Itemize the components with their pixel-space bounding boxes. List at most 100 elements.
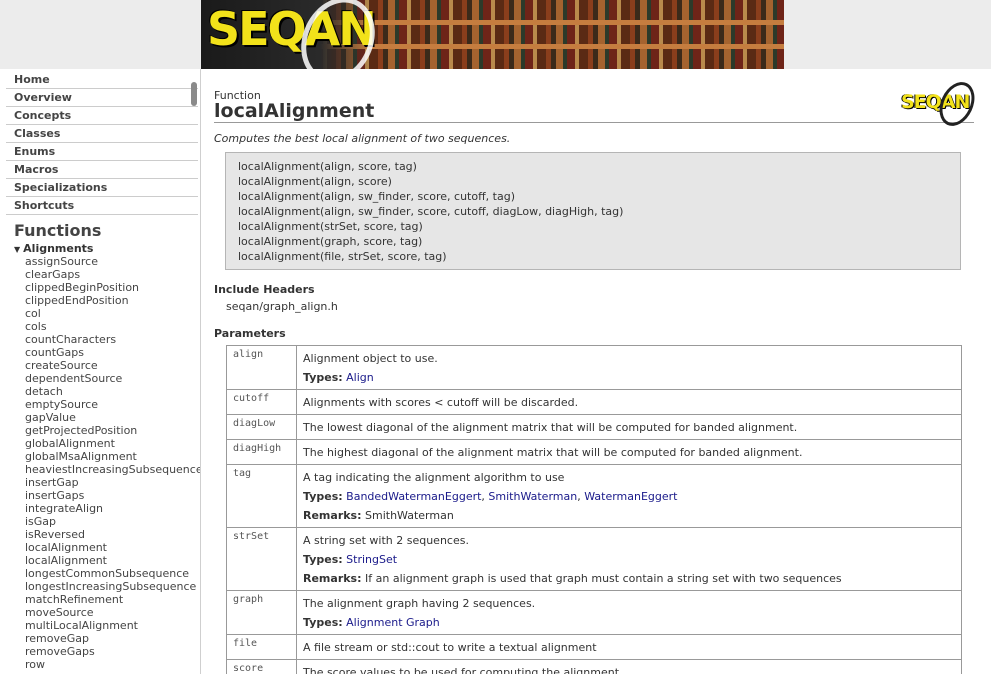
parameter-description: A string set with 2 sequences. (303, 534, 469, 547)
function-link[interactable]: row (25, 658, 200, 671)
function-link[interactable]: globalMsaAlignment (25, 450, 200, 463)
function-link[interactable]: detach (25, 385, 200, 398)
seqan-logo[interactable]: SEQAN (207, 0, 389, 69)
include-headers-heading: Include Headers (214, 283, 315, 296)
remarks-text: SmithWaterman (365, 509, 454, 522)
function-link[interactable]: gapValue (25, 411, 200, 424)
function-link[interactable]: countGaps (25, 346, 200, 359)
function-link[interactable]: insertGaps (25, 489, 200, 502)
banner-image: SEQAN (201, 0, 784, 69)
function-link[interactable]: multiLocalAlignment (25, 619, 200, 632)
sidebar-nav-item[interactable]: Overview (6, 89, 198, 107)
parameter-description: Alignment object to use. (303, 352, 438, 365)
function-link[interactable]: assignSource (25, 255, 200, 268)
type-link[interactable]: SmithWaterman (488, 490, 577, 503)
parameter-row: cutoff Alignments with scores < cutoff wi… (226, 389, 962, 415)
function-summary: Computes the best local alignment of two… (214, 132, 511, 145)
function-link[interactable]: insertGap (25, 476, 200, 489)
types-label: Types: (303, 616, 343, 629)
sidebar: Home Overview Concepts Classes Enums Macros Sp… (0, 69, 201, 674)
sidebar-nav-item[interactable]: Concepts (6, 107, 198, 125)
parameter-types: Types: Align (303, 368, 955, 387)
signature-line: localAlignment(align, score) (238, 175, 392, 188)
sidebar-nav-item[interactable]: Specializations (6, 179, 198, 197)
function-link[interactable]: cols (25, 320, 200, 333)
function-link[interactable]: moveSource (25, 606, 200, 619)
function-link[interactable]: isGap (25, 515, 200, 528)
parameter-row: score The score values to be used for com… (226, 659, 962, 674)
function-link[interactable]: localAlignment (25, 554, 200, 567)
type-link[interactable]: Align (346, 371, 374, 384)
parameter-name: cutoff (226, 389, 297, 415)
parameter-name: file (226, 634, 297, 660)
function-link[interactable]: clippedBeginPosition (25, 281, 200, 294)
function-link[interactable]: emptySource (25, 398, 200, 411)
include-path: seqan/graph_align.h (226, 300, 338, 313)
type-link[interactable]: StringSet (346, 553, 397, 566)
signature-line: localAlignment(file, strSet, score, tag) (238, 250, 447, 263)
function-link[interactable]: heaviestIncreasingSubsequence (25, 463, 200, 476)
function-list: assignSource clearGaps clippedBeginPositio… (0, 255, 200, 671)
function-link[interactable]: longestIncreasingSubsequence (25, 580, 200, 593)
parameter-description-cell: Alignment object to use. Types: Align (296, 345, 962, 390)
parameter-row: strSet A string set with 2 sequences. Type… (226, 527, 962, 591)
function-link[interactable]: removeGaps (25, 645, 200, 658)
remarks-label: Remarks: (303, 572, 362, 585)
parameter-row: diagLow The lowest diagonal of the alignm… (226, 414, 962, 440)
function-link[interactable]: integrateAlign (25, 502, 200, 515)
parameter-name: tag (226, 464, 297, 528)
functions-heading: Functions (14, 221, 102, 240)
parameter-row: tag A tag indicating the alignment algori… (226, 464, 962, 528)
function-link[interactable]: getProjectedPosition (25, 424, 200, 437)
parameter-name: strSet (226, 527, 297, 591)
function-link[interactable]: col (25, 307, 200, 320)
parameter-description-cell: The alignment graph having 2 sequences. T… (296, 590, 962, 635)
type-link[interactable]: Alignment Graph (346, 616, 440, 629)
function-link[interactable]: clearGaps (25, 268, 200, 281)
alignments-group-label[interactable]: Alignments (23, 242, 93, 255)
function-link[interactable]: countCharacters (25, 333, 200, 346)
remarks-text: If an alignment graph is used that graph… (365, 572, 842, 585)
function-link[interactable]: dependentSource (25, 372, 200, 385)
parameter-description-cell: The highest diagonal of the alignment ma… (296, 439, 962, 465)
function-link[interactable]: clippedEndPosition (25, 294, 200, 307)
parameters-table: align Alignment object to use. Types: Alig… (226, 345, 962, 674)
banner: SEQAN (0, 0, 991, 69)
type-link[interactable]: BandedWatermanEggert (346, 490, 481, 503)
parameter-remarks: Remarks: If an alignment graph is used t… (303, 569, 955, 588)
sidebar-nav-item[interactable]: Shortcuts (6, 197, 198, 215)
types-label: Types: (303, 371, 343, 384)
sidebar-scrollbar[interactable] (191, 82, 197, 106)
sidebar-nav-item[interactable]: Home (6, 71, 198, 89)
function-link[interactable]: createSource (25, 359, 200, 372)
parameter-description: A file stream or std::cout to write a te… (303, 641, 597, 654)
page-title: localAlignment (214, 100, 375, 122)
expand-triangle-icon[interactable]: ▼ (14, 245, 20, 254)
signature-box: localAlignment(align, score, tag) localAl… (225, 152, 961, 270)
alignments-group-toggle[interactable]: ▼ Alignments (14, 242, 200, 255)
parameter-remarks: Remarks: SmithWaterman (303, 506, 955, 525)
main-content: Function localAlignment SEQAN Computes t… (201, 69, 991, 674)
sidebar-nav: Home Overview Concepts Classes Enums Macros Sp… (0, 71, 200, 215)
sidebar-nav-item[interactable]: Macros (6, 161, 198, 179)
function-link[interactable]: globalAlignment (25, 437, 200, 450)
signature-line: localAlignment(align, score, tag) (238, 160, 417, 173)
parameter-types: Types: Alignment Graph (303, 613, 955, 632)
sidebar-nav-item[interactable]: Classes (6, 125, 198, 143)
parameter-row: file A file stream or std::cout to write … (226, 634, 962, 660)
function-link[interactable]: longestCommonSubsequence (25, 567, 200, 580)
signature-line: localAlignment(strSet, score, tag) (238, 220, 423, 233)
function-link[interactable]: matchRefinement (25, 593, 200, 606)
seqan-small-logo: SEQAN (901, 76, 982, 132)
function-link[interactable]: removeGap (25, 632, 200, 645)
parameter-description-cell: The score values to be used for computin… (296, 659, 962, 674)
parameter-name: diagLow (226, 414, 297, 440)
function-link[interactable]: isReversed (25, 528, 200, 541)
parameter-row: graph The alignment graph having 2 sequen… (226, 590, 962, 635)
parameter-description: Alignments with scores < cutoff will be … (303, 396, 579, 409)
sidebar-nav-item[interactable]: Enums (6, 143, 198, 161)
parameter-row: diagHigh The highest diagonal of the alig… (226, 439, 962, 465)
type-link[interactable]: WatermanEggert (584, 490, 677, 503)
parameter-name: score (226, 659, 297, 674)
function-link[interactable]: localAlignment (25, 541, 200, 554)
